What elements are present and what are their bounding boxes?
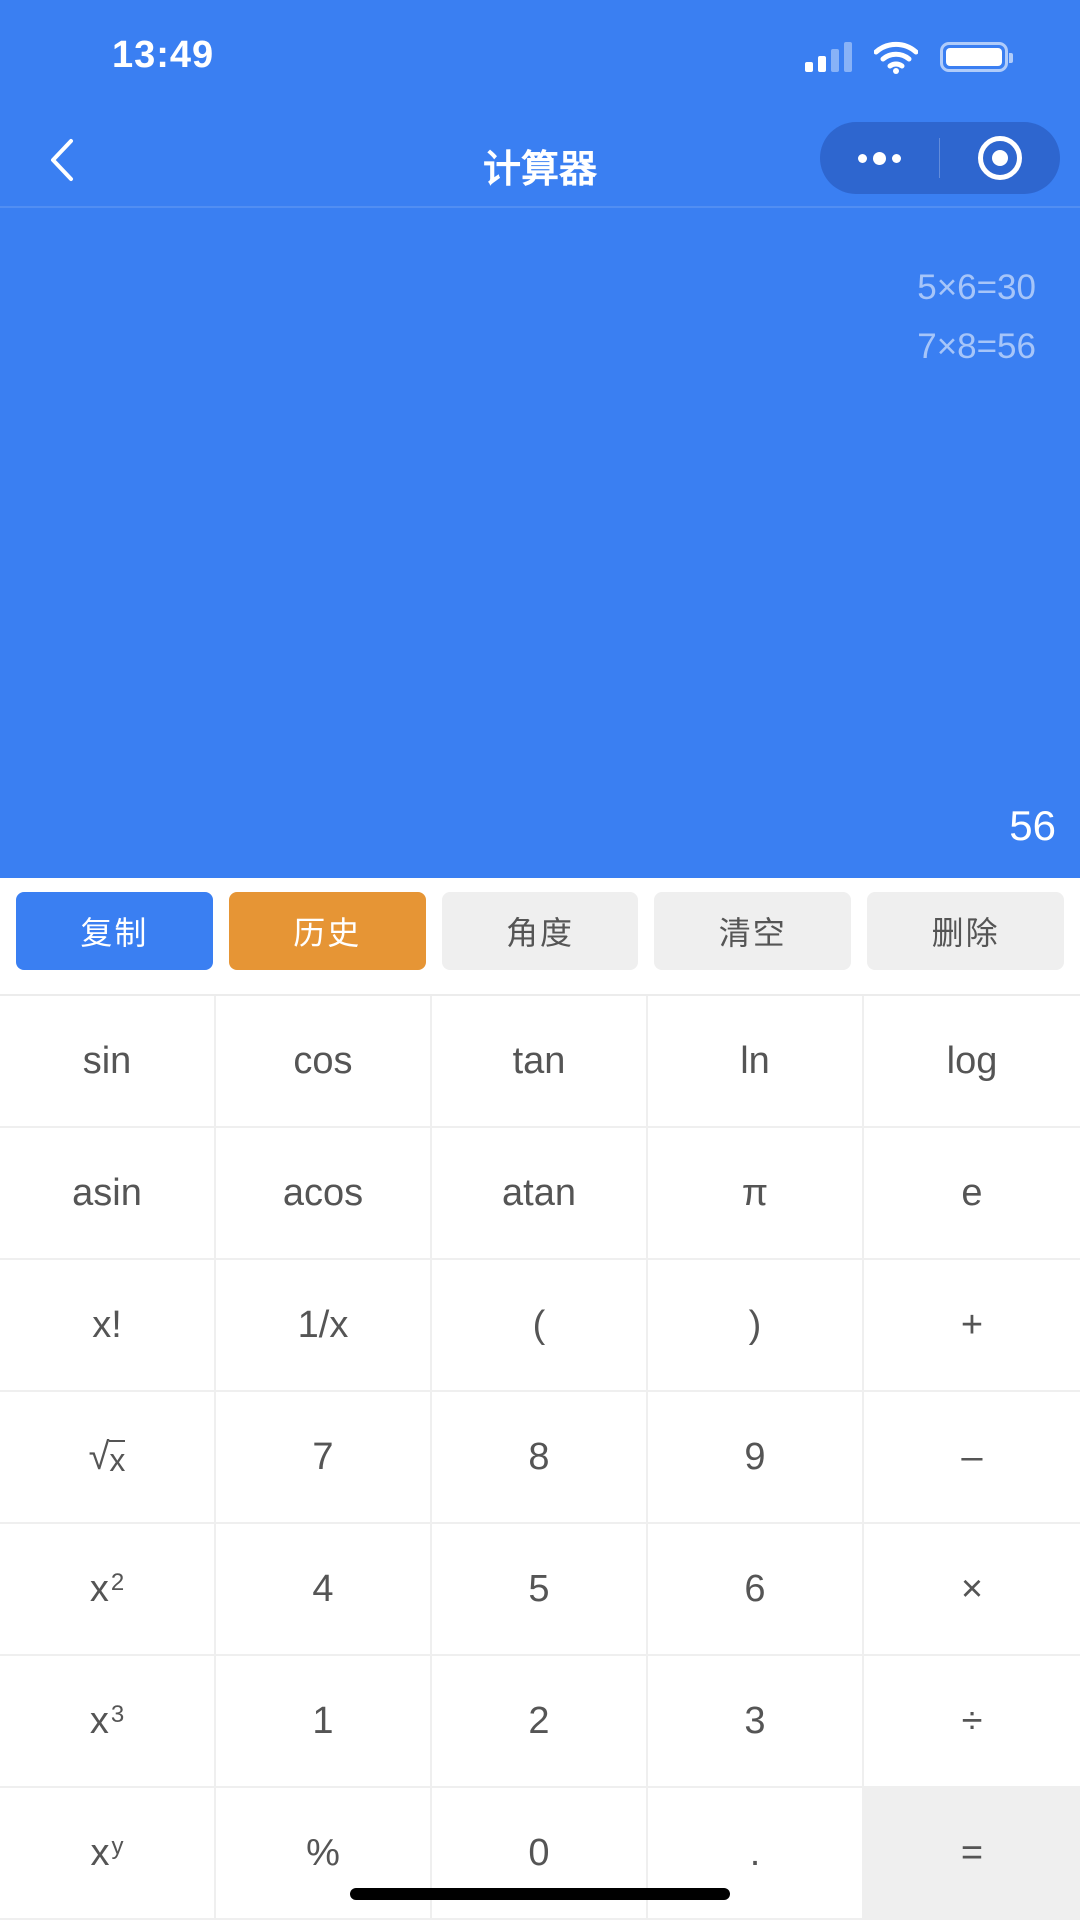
exponent: y [111,1833,124,1860]
key-sin[interactable]: sin [0,996,216,1128]
history-list: 5×6=30 7×8=56 [917,258,1036,376]
key-cos[interactable]: cos [216,996,432,1128]
target-ring-icon [977,136,1022,180]
key-factorial[interactable]: x! [0,1260,216,1392]
key-equals[interactable]: = [864,1788,1080,1920]
key-e[interactable]: e [864,1128,1080,1260]
key-7[interactable]: 7 [216,1392,432,1524]
key-divide[interactable]: ÷ [864,1656,1080,1788]
more-dots-icon [858,151,901,165]
home-indicator[interactable] [350,1888,730,1900]
key-1[interactable]: 1 [216,1656,432,1788]
key-cube[interactable]: x3 [0,1656,216,1788]
key-decimal[interactable]: . [648,1788,864,1920]
key-close-paren[interactable]: ) [648,1260,864,1392]
key-log[interactable]: log [864,996,1080,1128]
key-2[interactable]: 2 [432,1656,648,1788]
status-bar: 13:49 [0,0,1080,112]
key-acos[interactable]: acos [216,1128,432,1260]
key-square[interactable]: x2 [0,1524,216,1656]
key-multiply[interactable]: × [864,1524,1080,1656]
wifi-icon [874,41,918,74]
key-reciprocal[interactable]: 1/x [216,1260,432,1392]
nav-bar: 计算器 [0,112,1080,208]
angle-button[interactable]: 角度 [441,892,639,970]
calculator-display-area: 13:49 计算器 5×6=30 7×8=56 56 [0,0,1080,878]
key-5[interactable]: 5 [432,1524,648,1656]
clear-button[interactable]: 清空 [654,892,852,970]
history-item: 7×8=56 [917,327,1036,366]
close-miniprogram-button[interactable] [940,122,1059,194]
key-power[interactable]: xy [0,1788,216,1920]
radicand: x [109,1439,126,1478]
base: x [89,1567,109,1610]
copy-button[interactable]: 复制 [16,892,213,970]
key-8[interactable]: 8 [432,1392,648,1524]
exponent: 2 [110,1569,125,1596]
key-4[interactable]: 4 [216,1524,432,1656]
key-percent[interactable]: % [216,1788,432,1920]
key-plus[interactable]: + [864,1260,1080,1392]
radical-sign: √ [88,1435,110,1478]
key-minus[interactable]: – [864,1392,1080,1524]
key-sqrt[interactable]: √ x [0,1392,216,1524]
key-tan[interactable]: tan [432,996,648,1128]
sqrt-label: √ x [89,1436,126,1479]
more-button[interactable] [820,122,939,194]
action-row: 复制 历史 角度 清空 删除 [16,892,1064,970]
mini-program-capsule [820,122,1060,194]
base: x [90,1831,110,1874]
history-item: 5×6=30 [917,268,1036,307]
key-pi[interactable]: π [648,1128,864,1260]
key-asin[interactable]: asin [0,1128,216,1260]
status-time: 13:49 [112,34,215,76]
key-open-paren[interactable]: ( [432,1260,648,1392]
key-9[interactable]: 9 [648,1392,864,1524]
key-3[interactable]: 3 [648,1656,864,1788]
cellular-signal-icon [805,42,852,72]
status-icons [805,40,1013,74]
key-6[interactable]: 6 [648,1524,864,1656]
key-ln[interactable]: ln [648,996,864,1128]
base: x [89,1699,109,1742]
key-0[interactable]: 0 [432,1788,648,1920]
delete-button[interactable]: 删除 [867,892,1064,970]
keypad: sin cos tan ln log asin acos atan π e x!… [0,994,1080,1920]
battery-icon [940,42,1013,72]
exponent: 3 [110,1701,125,1728]
history-button[interactable]: 历史 [228,892,426,970]
result-value: 56 [1009,802,1056,849]
key-atan[interactable]: atan [432,1128,648,1260]
